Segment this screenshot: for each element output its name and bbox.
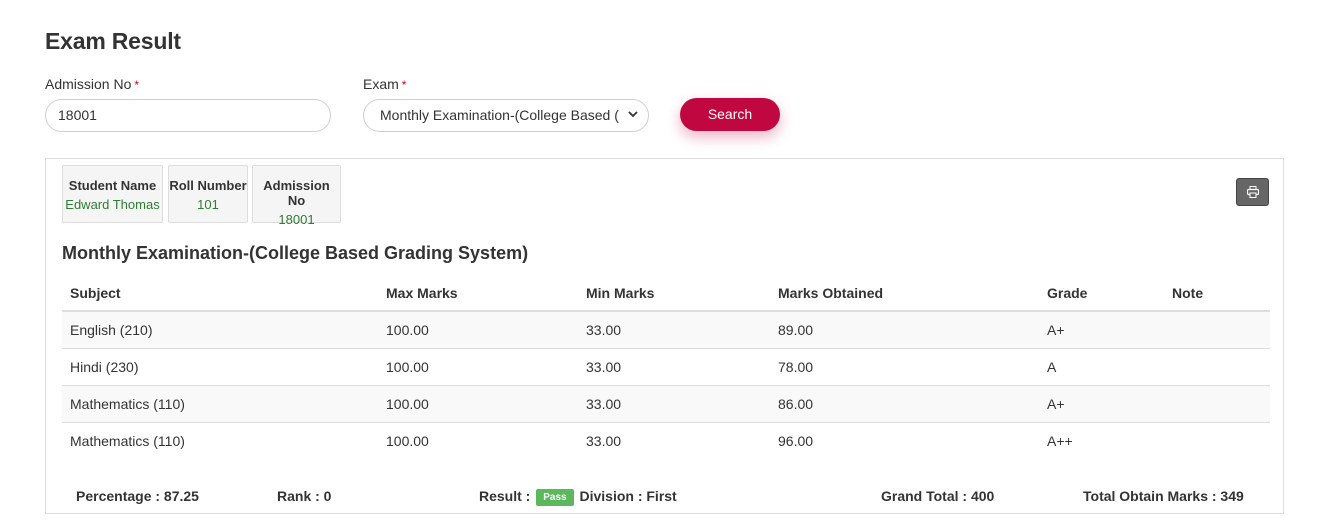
exam-label: Exam *	[363, 76, 407, 92]
exam-select[interactable]: Monthly Examination-(College Based (	[363, 99, 649, 132]
rank-summary: Rank : 0	[277, 488, 332, 504]
student-name-box: Student Name Edward Thomas	[62, 165, 163, 223]
cell-min-marks: 33.00	[578, 348, 770, 386]
exam-select-value: Monthly Examination-(College Based (	[380, 107, 619, 123]
roll-number-value: 101	[197, 197, 219, 212]
search-button[interactable]: Search	[680, 98, 780, 131]
student-name-value: Edward Thomas	[65, 197, 160, 212]
page-title: Exam Result	[45, 28, 181, 54]
exam-title: Monthly Examination-(College Based Gradi…	[62, 243, 529, 263]
division-summary: Division : First	[579, 488, 677, 504]
cell-max-marks: 100.00	[386, 433, 429, 449]
cell-max-marks: 100.00	[378, 385, 578, 423]
cell-grade: A	[1039, 348, 1164, 386]
table-header-row: Subject Max Marks Min Marks Marks Obtain…	[62, 276, 1270, 312]
grand-total-summary: Grand Total : 400	[881, 488, 995, 504]
table-row: Mathematics (110) 100.00 33.00 86.00 A+	[62, 385, 1270, 423]
result-summary: Result : Pass Division : First	[479, 488, 677, 506]
header-min-marks: Min Marks	[578, 276, 770, 312]
print-icon	[1247, 186, 1259, 198]
table-row: English (210) 100.00 33.00 89.00 A+	[62, 311, 1270, 349]
required-mark: *	[134, 78, 140, 92]
cell-marks-obtained: 86.00	[770, 385, 1039, 423]
student-name-label: Student Name	[68, 178, 157, 193]
result-panel: Student Name Edward Thomas Roll Number 1…	[45, 158, 1284, 514]
header-note: Note	[1164, 276, 1270, 312]
cell-note	[1164, 311, 1270, 349]
required-mark: *	[401, 78, 407, 92]
admission-no-box-label: Admission No	[263, 178, 330, 208]
cell-grade: A+	[1039, 385, 1164, 423]
cell-subject: English (210)	[62, 311, 378, 349]
table-row: Hindi (230) 100.00 33.00 78.00 A	[62, 348, 1270, 386]
cell-marks-obtained: 78.00	[770, 348, 1039, 386]
print-button[interactable]	[1236, 178, 1269, 206]
roll-number-box: Roll Number 101	[168, 165, 248, 223]
cell-subject: Mathematics (110)	[70, 433, 185, 449]
table-row: Mathematics (110) 100.00 33.00 96.00 A++	[62, 423, 1270, 460]
admission-no-label: Admission No *	[45, 76, 140, 92]
cell-grade: A++	[1047, 433, 1073, 449]
admission-no-input[interactable]: 18001	[45, 99, 331, 132]
cell-subject: Hindi (230)	[62, 348, 378, 386]
cell-subject: Mathematics (110)	[62, 385, 378, 423]
cell-max-marks: 100.00	[378, 348, 578, 386]
admission-no-box-value: 18001	[278, 212, 315, 227]
result-label: Result :	[479, 488, 531, 504]
cell-marks-obtained: 89.00	[770, 311, 1039, 349]
cell-max-marks: 100.00	[378, 311, 578, 349]
total-obtain-summary: Total Obtain Marks : 349	[1083, 488, 1244, 504]
cell-marks-obtained: 96.00	[778, 433, 814, 449]
cell-note	[1164, 348, 1270, 386]
cell-min-marks: 33.00	[578, 385, 770, 423]
header-subject: Subject	[62, 276, 378, 312]
header-grade: Grade	[1039, 276, 1164, 312]
cell-min-marks: 33.00	[578, 311, 770, 349]
pass-badge: Pass	[536, 488, 574, 506]
cell-min-marks: 33.00	[586, 433, 622, 449]
header-max-marks: Max Marks	[378, 276, 578, 312]
roll-number-label: Roll Number	[169, 178, 247, 193]
percentage-summary: Percentage : 87.25	[76, 488, 199, 504]
cell-note	[1164, 385, 1270, 423]
admission-no-box: Admission No 18001	[252, 165, 341, 227]
cell-grade: A+	[1039, 311, 1164, 349]
marks-table: Subject Max Marks Min Marks Marks Obtain…	[62, 276, 1270, 459]
chevron-down-icon	[628, 111, 638, 118]
header-marks-obtained: Marks Obtained	[770, 276, 1039, 312]
cell-note	[1164, 423, 1270, 460]
